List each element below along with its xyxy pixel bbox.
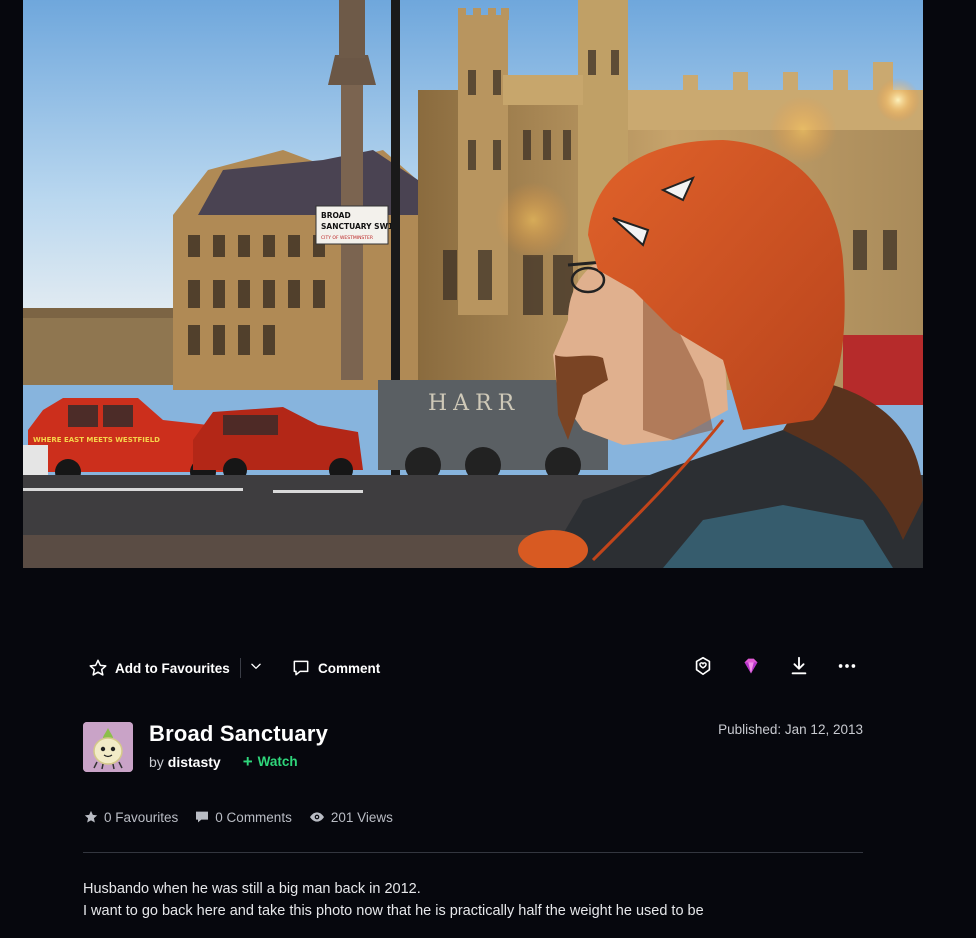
download-icon — [788, 655, 810, 682]
artwork-description: Husbando when he was still a big man bac… — [83, 878, 704, 922]
truck-text: HARR — [428, 391, 520, 416]
stats-row: 0 Favourites 0 Comments 201 Views — [83, 807, 409, 827]
add-to-favourites-button[interactable]: Add to Favourites — [88, 652, 230, 684]
divider — [83, 852, 863, 853]
eye-icon — [308, 809, 331, 825]
views-count: 201 Views — [330, 809, 393, 825]
comment-label: Comment — [318, 660, 381, 676]
comments-count: 0 Comments — [215, 809, 292, 825]
byline: by distasty + Watch — [149, 753, 298, 770]
download-button[interactable] — [785, 654, 813, 682]
description-line: I want to go back here and take this pho… — [83, 903, 704, 919]
sign-text-2: SANCTUARY SW1 — [321, 222, 393, 231]
divider — [240, 658, 241, 678]
sign-text-1: BROAD — [321, 211, 351, 220]
artwork-title: Broad Sanctuary — [149, 721, 329, 746]
author-avatar[interactable] — [83, 722, 133, 772]
plus-icon: + — [242, 752, 253, 771]
chevron-down-icon — [249, 659, 263, 678]
favourites-stat: 0 Favourites — [83, 809, 178, 825]
award-icon — [692, 655, 714, 682]
taxi-text: WHERE EAST MEETS WESTFIELD — [33, 436, 160, 444]
favourites-dropdown-button[interactable] — [245, 652, 267, 684]
comment-button[interactable]: Comment — [291, 652, 380, 684]
description-line: Husbando when he was still a big man bac… — [83, 881, 421, 897]
gem-icon — [740, 655, 762, 682]
watch-button[interactable]: + Watch — [243, 753, 298, 770]
watch-label: Watch — [257, 754, 298, 769]
add-to-favourites-label: Add to Favourites — [115, 660, 230, 676]
core-gem-button[interactable] — [737, 654, 765, 682]
more-icon — [836, 655, 858, 682]
published-date: Published: Jan 12, 2013 — [718, 722, 863, 737]
by-prefix: by — [149, 753, 164, 770]
comments-stat: 0 Comments — [194, 809, 292, 825]
comment-filled-icon — [194, 809, 215, 825]
more-options-button[interactable] — [833, 654, 861, 682]
author-link[interactable]: distasty — [168, 754, 221, 770]
sign-text-3: CITY OF WESTMINSTER — [321, 235, 373, 241]
favourites-count: 0 Favourites — [104, 809, 179, 825]
give-award-button[interactable] — [689, 654, 717, 682]
action-bar: Add to Favourites Comment — [83, 652, 863, 684]
star-filled-icon — [83, 809, 104, 825]
views-stat: 201 Views — [308, 809, 393, 825]
star-icon — [88, 658, 108, 678]
comment-icon — [291, 658, 311, 678]
artwork-image[interactable]: BROAD SANCTUARY SW1 CITY OF WESTMINSTER … — [23, 0, 923, 568]
